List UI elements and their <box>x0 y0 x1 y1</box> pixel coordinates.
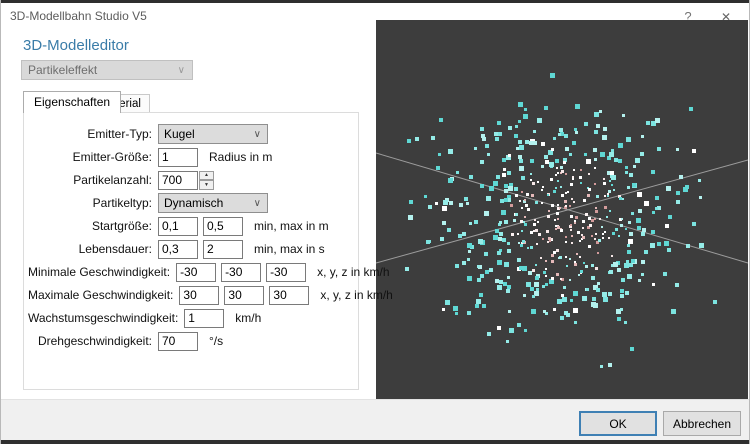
form-row: Lebensdauer: min, max in s <box>28 239 325 259</box>
field-unit: °/s <box>209 334 224 348</box>
field-label: Emitter-Typ: <box>87 127 152 141</box>
form-row: Wachstumsgeschwindigkeit: km/h <box>28 308 261 328</box>
field-label: Lebensdauer: <box>78 242 152 256</box>
rotation-speed-input[interactable] <box>158 331 198 351</box>
particle-count-input[interactable] <box>158 170 198 190</box>
growth-speed-input[interactable] <box>184 308 225 328</box>
model-type-value: Partikeleffekt <box>28 63 98 77</box>
field-label: Emitter-Größe: <box>72 150 152 164</box>
start-size-min-input[interactable] <box>158 216 198 236</box>
background-window-edge-bottom <box>1 440 749 444</box>
start-size-max-input[interactable] <box>203 216 243 236</box>
field-label: Maximale Geschwindigkeit: <box>28 288 174 302</box>
form-row: Minimale Geschwindigkeit: x, y, z in km/… <box>28 262 390 282</box>
max-speed-y-input[interactable] <box>224 285 265 305</box>
min-speed-y-input[interactable] <box>221 262 262 282</box>
field-unit: min, max in m <box>254 219 329 233</box>
particle-type-value: Dynamisch <box>164 196 224 210</box>
field-label: Partikelanzahl: <box>73 173 152 187</box>
dialog-footer: OK Abbrechen <box>1 399 749 440</box>
tab-eigenschaften[interactable]: Eigenschaften <box>23 91 122 113</box>
lifetime-min-input[interactable] <box>158 239 198 259</box>
min-speed-z-input[interactable] <box>266 262 307 282</box>
form-row: Drehgeschwindigkeit: °/s <box>28 331 223 351</box>
field-label: Drehgeschwindigkeit: <box>37 334 152 348</box>
particle-count-stepper: ▲ ▼ <box>199 170 214 190</box>
form-row: Startgröße: min, max in m <box>28 216 329 236</box>
emitter-type-select[interactable]: Kugel ∨ <box>158 124 268 144</box>
ok-button[interactable]: OK <box>579 411 657 436</box>
properties-tab-panel: Emitter-Typ: Kugel ∨ Emitter-Größe: Radi… <box>23 112 393 390</box>
field-unit: x, y, z in km/h <box>317 265 390 279</box>
max-speed-z-input[interactable] <box>269 285 310 305</box>
chevron-down-icon: ∨ <box>253 198 261 209</box>
lifetime-max-input[interactable] <box>203 239 243 259</box>
max-speed-x-input[interactable] <box>179 285 220 305</box>
form-row: Partikeltyp: Dynamisch ∨ <box>28 193 268 213</box>
field-unit: km/h <box>235 311 262 325</box>
field-unit: min, max in s <box>254 242 325 256</box>
model-type-select: Partikeleffekt ∨ <box>21 60 193 80</box>
field-label: Minimale Geschwindigkeit: <box>28 265 171 279</box>
field-label: Startgröße: <box>91 219 152 233</box>
field-label: Partikeltyp: <box>92 196 152 210</box>
form-row: Emitter-Typ: Kugel ∨ <box>28 124 268 144</box>
chevron-down-icon: ∨ <box>177 65 185 76</box>
emitter-type-value: Kugel <box>164 127 195 141</box>
axis-lines <box>376 152 748 264</box>
3d-preview-viewport[interactable] <box>376 20 748 399</box>
cancel-button[interactable]: Abbrechen <box>663 411 741 436</box>
field-unit: Radius in m <box>209 150 273 164</box>
spinner-up-icon[interactable]: ▲ <box>199 170 214 180</box>
form-row: Emitter-Größe: Radius in m <box>28 147 272 167</box>
form-row: Maximale Geschwindigkeit: x, y, z in km/… <box>28 285 393 305</box>
page-title: 3D-Modelleditor <box>23 37 129 54</box>
field-unit: x, y, z in km/h <box>320 288 393 302</box>
form-row: Partikelanzahl: ▲ ▼ <box>28 170 214 190</box>
chevron-down-icon: ∨ <box>253 129 261 140</box>
model-editor-dialog: 3D-Modellbahn Studio V5 ? ✕ 3D-Modelledi… <box>0 0 750 444</box>
field-label: Wachstumsgeschwindigkeit: <box>28 311 179 325</box>
particle-type-select[interactable]: Dynamisch ∨ <box>158 193 268 213</box>
min-speed-x-input[interactable] <box>176 262 217 282</box>
window-title: 3D-Modellbahn Studio V5 <box>10 9 147 23</box>
spinner-down-icon[interactable]: ▼ <box>199 180 214 190</box>
emitter-size-input[interactable] <box>158 147 198 167</box>
